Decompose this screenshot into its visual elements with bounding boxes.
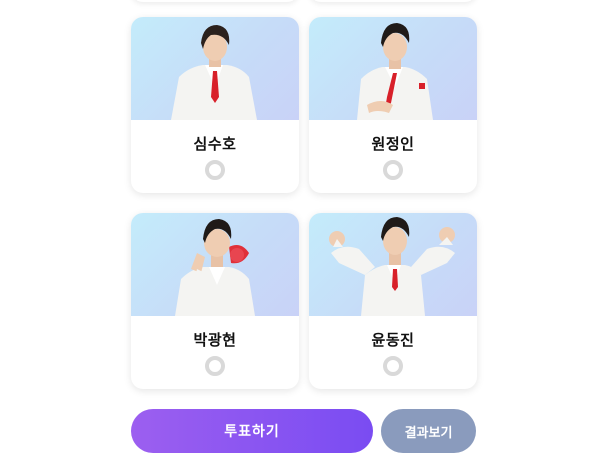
vote-radio[interactable] — [383, 356, 403, 376]
view-results-button[interactable]: 결과보기 — [381, 409, 476, 453]
candidate-photo — [131, 17, 299, 120]
candidate-card-3[interactable]: 박광현 — [131, 213, 299, 389]
candidate-name: 윤동진 — [371, 331, 415, 349]
previous-card-edge-right — [309, 0, 477, 2]
candidate-card-4[interactable]: 윤동진 — [309, 213, 477, 389]
candidate-name: 원정인 — [371, 135, 415, 153]
candidate-name: 박광현 — [193, 331, 237, 349]
vote-radio[interactable] — [205, 356, 225, 376]
candidate-photo — [309, 213, 477, 316]
candidate-card-1[interactable]: 심수호 — [131, 17, 299, 193]
candidate-photo — [131, 213, 299, 316]
vote-button[interactable]: 투표하기 — [131, 409, 373, 453]
vote-radio[interactable] — [383, 160, 403, 180]
candidate-photo — [309, 17, 477, 120]
candidate-card-2[interactable]: 원정인 — [309, 17, 477, 193]
previous-card-edge-left — [131, 0, 299, 2]
vote-radio[interactable] — [205, 160, 225, 180]
candidate-name: 심수호 — [193, 135, 237, 153]
